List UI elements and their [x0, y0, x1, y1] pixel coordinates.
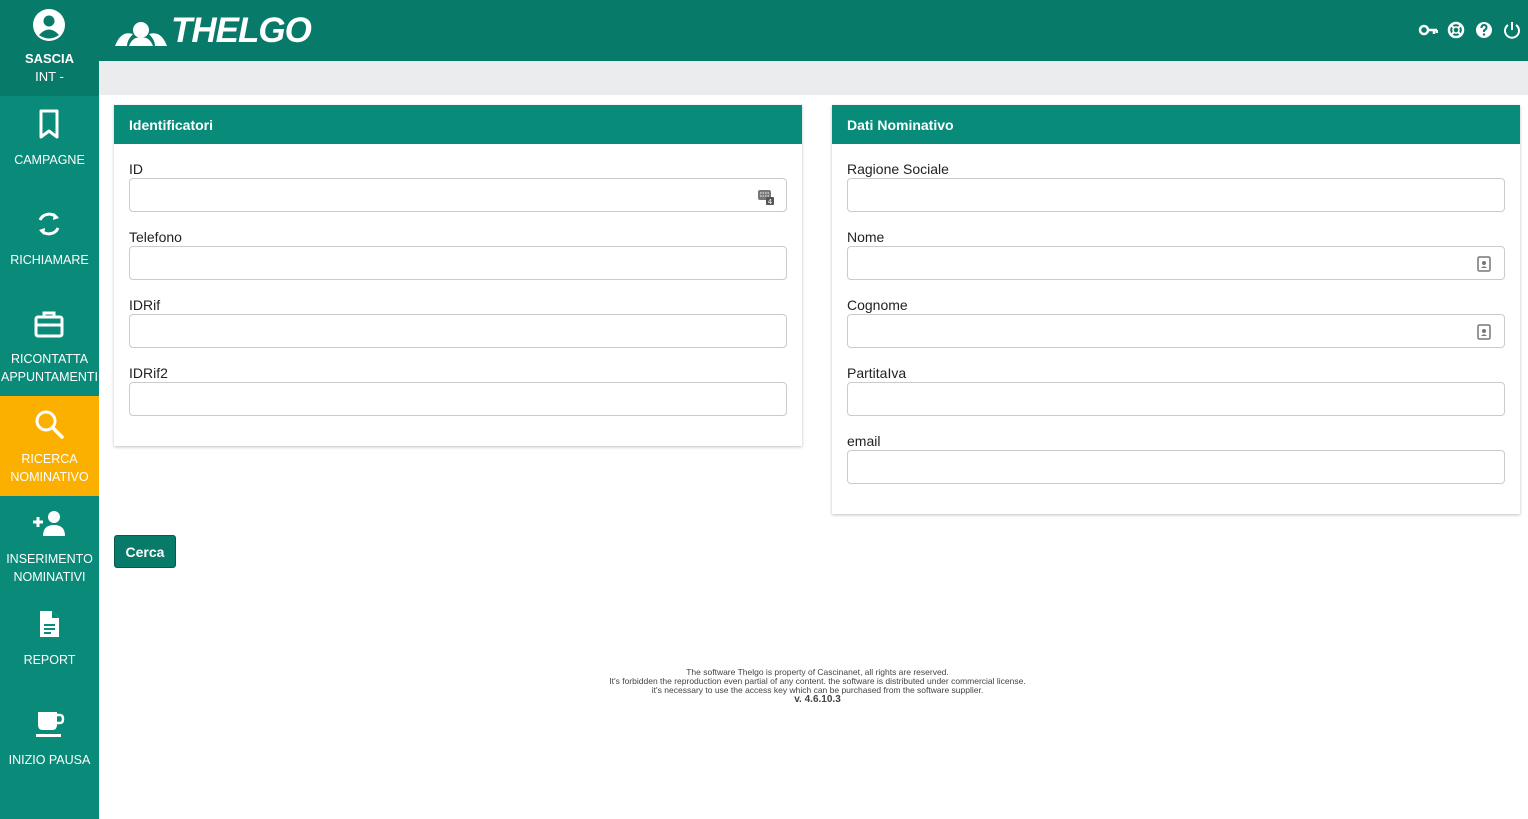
email-input[interactable] [848, 451, 1504, 483]
document-icon [40, 611, 59, 637]
coffee-icon [36, 712, 65, 737]
identificatori-panel: Identificatori ID 4 Telefono IDRif IDRif… [114, 105, 802, 446]
telefono-label: Telefono [129, 229, 182, 245]
email-field[interactable] [847, 450, 1505, 484]
top-bar: THELGO [99, 0, 1528, 61]
nav-item-report[interactable]: REPORT [0, 596, 99, 696]
ragione-sociale-field[interactable] [847, 178, 1505, 212]
user-name: SASCIA [24, 51, 75, 66]
nav-item-richiamare[interactable]: RICHIAMARE [0, 196, 99, 296]
power-icon[interactable] [1502, 20, 1522, 40]
briefcase-icon [34, 311, 64, 338]
id-input[interactable] [130, 179, 786, 211]
contact-card-icon[interactable] [1476, 323, 1492, 341]
footer: The software Thelgo is property of Casci… [530, 668, 1105, 705]
nav-item-ricontatta-appuntamenti[interactable]: RICONTATTA APPUNTAMENTI [0, 296, 99, 396]
user-circle-icon [33, 9, 65, 41]
nav-label: NOMINATIVO [10, 470, 89, 484]
idrif2-input[interactable] [130, 383, 786, 415]
panel-title: Identificatori [114, 105, 802, 144]
search-icon [35, 410, 64, 439]
telefono-field[interactable] [129, 246, 787, 280]
add-user-icon [33, 511, 65, 536]
nav-item-ricerca-nominativo[interactable]: RICERCA NOMINATIVO [0, 396, 99, 496]
logo-text: THELGO [171, 11, 312, 50]
partita-iva-input[interactable] [848, 383, 1504, 415]
user-block[interactable]: SASCIA INT - [0, 0, 99, 96]
refresh-icon [38, 212, 60, 236]
user-role: INT - [35, 69, 64, 84]
nav-label: RICERCA [21, 452, 78, 466]
id-field[interactable]: 4 [129, 178, 787, 212]
cognome-input[interactable] [848, 315, 1504, 347]
cognome-label: Cognome [847, 297, 908, 313]
nome-label: Nome [847, 229, 885, 245]
idrif-label: IDRif [129, 297, 161, 313]
nav-label: RICONTATTA [10, 352, 89, 366]
cognome-field[interactable] [847, 314, 1505, 348]
ragione-sociale-input[interactable] [848, 179, 1504, 211]
sidebar: SASCIA INT - CAMPAGNE RICHIAMARE RICONTA… [0, 0, 99, 819]
nav-item-inizio-pausa[interactable]: INIZIO PAUSA [0, 696, 99, 796]
version-label: v. 4.6.10.3 [794, 694, 841, 705]
toolbar-strip [99, 61, 1528, 95]
nav-item-inserimento-nominativi[interactable]: INSERIMENTO NOMINATIVI [0, 496, 99, 596]
idrif-field[interactable] [129, 314, 787, 348]
partita-iva-field[interactable] [847, 382, 1505, 416]
dati-nominativo-panel: Dati Nominativo Ragione Sociale Nome Cog… [832, 105, 1520, 514]
bookmark-icon [39, 109, 59, 139]
nome-input[interactable] [848, 247, 1504, 279]
nav-label: INIZIO PAUSA [8, 753, 91, 767]
nav-label: NOMINATIVI [13, 570, 86, 584]
nav-item-campagne[interactable]: CAMPAGNE [0, 96, 99, 196]
email-label: email [847, 433, 881, 449]
nav-label: CAMPAGNE [14, 153, 85, 167]
help-icon[interactable] [1474, 20, 1494, 40]
nav-label: REPORT [23, 653, 76, 667]
panel-title: Dati Nominativo [832, 105, 1520, 144]
nome-field[interactable] [847, 246, 1505, 280]
idrif-input[interactable] [130, 315, 786, 347]
svg-text:4: 4 [768, 198, 773, 205]
logo-icon [115, 22, 167, 46]
lifebuoy-icon[interactable] [1446, 20, 1466, 40]
key-icon[interactable] [1418, 20, 1439, 40]
ragione-sociale-label: Ragione Sociale [847, 161, 949, 177]
nav-label: INSERIMENTO [6, 552, 93, 566]
idrif2-field[interactable] [129, 382, 787, 416]
nav-label: APPUNTAMENTI [1, 370, 98, 384]
id-label: ID [129, 161, 143, 177]
contact-card-icon[interactable] [1476, 255, 1492, 273]
search-button[interactable]: Cerca [114, 535, 176, 568]
keyboard-counter-icon[interactable]: 4 [758, 187, 774, 205]
nav-label: RICHIAMARE [10, 253, 89, 267]
telefono-input[interactable] [130, 247, 786, 279]
partita-iva-label: PartitaIva [847, 365, 907, 381]
idrif2-label: IDRif2 [129, 365, 168, 381]
